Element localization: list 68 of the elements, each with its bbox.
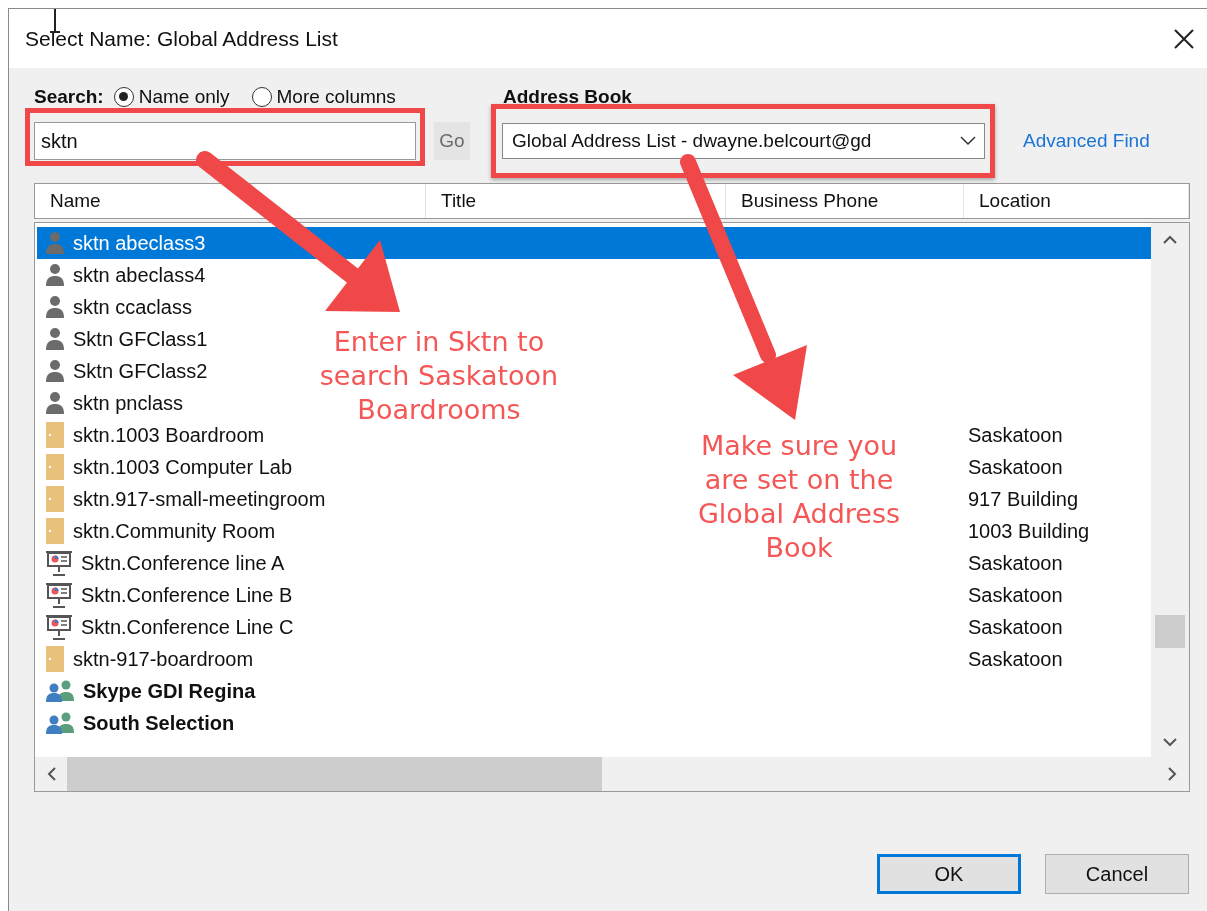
location-cell: Saskatoon — [968, 647, 1063, 670]
contact-name[interactable]: sktn.1003 Boardroom — [73, 423, 265, 447]
contact-name[interactable]: sktn ccaclass — [73, 295, 192, 319]
chevron-up-icon[interactable] — [1163, 235, 1178, 245]
projector-screen-icon — [45, 614, 73, 640]
contact-name[interactable]: Sktn GFClass2 — [73, 359, 208, 383]
person-icon — [45, 327, 65, 351]
contact-name[interactable]: sktn.Community Room — [73, 519, 276, 543]
door-icon — [45, 518, 65, 544]
ok-button[interactable]: OK — [877, 854, 1021, 894]
search-field[interactable]: sktn — [34, 122, 416, 160]
person-icon — [45, 359, 65, 383]
text-cursor-icon — [49, 9, 61, 33]
search-label: Search: — [34, 86, 104, 108]
door-icon — [45, 486, 65, 512]
person-icon — [45, 231, 65, 255]
advanced-find-link[interactable]: Advanced Find — [1023, 130, 1150, 152]
column-header[interactable]: Title — [426, 184, 726, 218]
scrollbar-thumb[interactable] — [67, 757, 602, 791]
location-cell: 1003 Building — [968, 519, 1090, 542]
person-icon — [45, 295, 65, 319]
chevron-down-icon[interactable] — [1163, 737, 1178, 747]
projector-screen-icon — [45, 582, 73, 608]
column-header[interactable]: Location — [964, 184, 1189, 218]
column-header[interactable]: Business Phone — [726, 184, 964, 218]
chevron-right-icon[interactable] — [1167, 767, 1177, 781]
annotation-text: Make sure you are set on the Global Address Book — [696, 429, 902, 565]
address-book-label: Address Book — [503, 86, 632, 108]
radio-option[interactable]: Name only — [113, 86, 230, 108]
group-icon — [45, 712, 75, 734]
horizontal-scrollbar[interactable] — [35, 757, 1189, 791]
window-title: Select Name: Global Address List — [25, 26, 338, 51]
contact-name[interactable]: Sktn.Conference Line B — [81, 583, 293, 607]
contact-name[interactable]: Sktn.Conference Line C — [81, 615, 294, 639]
person-icon — [45, 263, 65, 287]
cancel-button[interactable]: Cancel — [1045, 854, 1189, 894]
location-cell: Saskatoon — [968, 551, 1063, 574]
location-cell: Saskatoon — [968, 455, 1063, 478]
scrollbar-thumb[interactable] — [1155, 615, 1185, 648]
selected-row[interactable]: sktn abeclass3 — [37, 227, 1152, 259]
contact-name[interactable]: sktn.917-small-meetingroom — [73, 487, 326, 511]
person-icon — [45, 391, 65, 415]
contact-name[interactable]: sktn abeclass4 — [73, 263, 206, 287]
location-cell: 917 Building — [968, 487, 1079, 510]
contact-name[interactable]: sktn pnclass — [73, 391, 184, 415]
contact-name[interactable]: South Selection — [83, 711, 235, 735]
location-cell: Saskatoon — [968, 423, 1063, 446]
column-header[interactable]: Name — [35, 184, 426, 218]
chevron-left-icon[interactable] — [47, 767, 57, 781]
location-cell: Saskatoon — [968, 615, 1063, 638]
contact-name[interactable]: Sktn GFClass1 — [73, 327, 208, 351]
door-icon — [45, 454, 65, 480]
projector-screen-icon — [45, 550, 73, 576]
door-icon — [45, 422, 65, 448]
contact-name[interactable]: sktn.1003 Computer Lab — [73, 455, 293, 479]
contact-name[interactable]: sktn abeclass3 — [73, 231, 206, 255]
close-icon[interactable] — [1173, 27, 1195, 50]
radio-option[interactable]: More columns — [251, 86, 396, 108]
group-icon — [45, 680, 75, 702]
annotation-text: Enter in Sktn to search Saskatoon Boardrooms — [318, 325, 560, 427]
caret-icon — [960, 136, 976, 146]
door-icon — [45, 646, 65, 672]
address-book-dropdown[interactable]: Global Address List - dwayne.belcourt@gd — [502, 123, 985, 159]
contact-name[interactable]: sktn-917-boardroom — [73, 647, 254, 671]
vertical-scrollbar[interactable] — [1151, 223, 1189, 757]
contact-name[interactable]: Sktn.Conference line A — [81, 551, 285, 575]
contact-name[interactable]: Skype GDI Regina — [83, 679, 256, 703]
location-cell: Saskatoon — [968, 583, 1063, 606]
